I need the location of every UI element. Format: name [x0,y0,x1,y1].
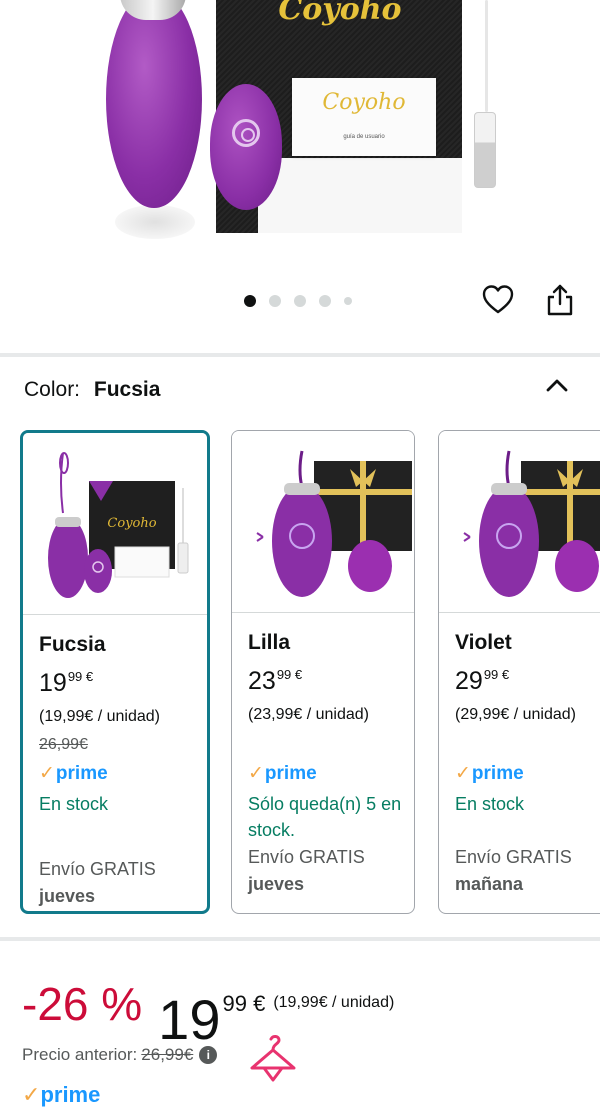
svg-text:Coyoho: Coyoho [107,516,156,531]
carousel-dot[interactable] [344,297,352,305]
variant-thumbnail [256,450,412,597]
color-variants: Coyoho Fucsia 1999 € (19,99€ / unidad) 2… [0,428,600,918]
variant-card-violet[interactable]: Violet 2999 € (29,99€ / unidad) ✓ prime E… [438,430,600,914]
wishlist-button[interactable] [481,283,515,317]
carousel-dots [244,295,352,307]
previous-price-value: 26,99€ [141,1045,194,1064]
collapse-button[interactable] [543,373,571,397]
usb-plug [474,112,496,188]
price-block: -26 % 1999 € (19,99€ / unidad) [22,974,394,1050]
user-guide-subtitle: guía de usuario [343,134,385,140]
purple-egg [106,0,202,208]
section-divider [0,353,600,357]
info-icon[interactable]: i [199,1046,218,1064]
user-guide-brand: Coyoho [322,90,406,115]
variant-old-price: 26,99€ [39,736,88,753]
carousel-dot[interactable] [269,295,281,307]
box-brand-text: Coyoho [278,0,402,27]
variant-shipping: Envío GRATIS [455,847,572,867]
variant-name: Fucsia [39,633,106,656]
heart-icon [482,285,514,314]
variant-thumbnail: Coyoho [48,452,189,598]
color-label-text: Color: [24,378,81,401]
carousel-dot[interactable] [319,295,331,307]
variant-card-fucsia[interactable]: Coyoho Fucsia 1999 € (19,99€ / unidad) 2… [20,430,210,914]
variant-name: Violet [455,631,512,654]
variant-stock: En stock [39,794,109,814]
variant-shipping: Envío GRATIS [248,847,365,867]
prime-check-icon: ✓ [455,763,471,784]
variant-delivery-day: jueves [39,886,96,906]
carousel-dot[interactable] [294,295,306,307]
variant-image: Coyoho [23,433,207,615]
prime-badge: ✓ prime [455,762,524,785]
prime-badge: ✓ prime [39,762,108,785]
variant-price: 2399 € [248,667,303,695]
prime-badge: ✓ prime [248,762,317,785]
variant-price: 1999 € [39,669,94,697]
carousel-dot[interactable] [244,295,256,307]
selected-color: Fucsia [93,378,161,401]
prime-check-icon: ✓ [39,763,55,784]
variant-price: 2999 € [455,667,510,695]
variant-image [439,431,600,613]
previous-price: Precio anterior: 26,99€ i [22,1045,218,1065]
variant-unit-price: (19,99€ / unidad) [39,708,160,725]
previous-price-label: Precio anterior: [22,1045,138,1064]
variant-stock: Sólo queda(n) 5 en stock. [248,794,402,840]
remote-button-icon [232,119,260,147]
prime-badge-main: ✓prime [22,1082,101,1107]
unit-price: (19,99€ / unidad) [273,994,395,1011]
variant-stock: En stock [455,794,525,814]
chevron-up-icon [546,379,568,392]
variant-delivery-day: jueves [248,874,305,894]
color-label: Color: Fucsia [24,378,160,402]
variant-card-lilla[interactable]: Lilla 2399 € (23,99€ / unidad) ✓ prime Só… [231,430,415,914]
hanger-icon [250,1035,296,1082]
variant-shipping: Envío GRATIS [39,859,156,879]
variant-unit-price: (29,99€ / unidad) [455,706,576,723]
discount-percent: -26 % [22,978,143,1030]
variant-name: Lilla [248,631,291,654]
variant-thumbnail [463,450,600,597]
variant-unit-price: (23,99€ / unidad) [248,706,369,723]
section-divider [0,937,600,941]
box-base [258,158,462,233]
purple-remote [210,84,282,210]
prime-check-icon: ✓ [22,1082,41,1107]
variant-image [232,431,414,613]
share-icon [547,284,573,316]
usb-cable [485,0,488,112]
share-button[interactable] [543,283,577,317]
variant-delivery-day: mañana [455,874,524,894]
product-image[interactable]: Coyoho Coyoho guía de usuario [0,0,600,260]
egg-shadow [115,205,195,239]
prime-check-icon: ✓ [248,763,264,784]
